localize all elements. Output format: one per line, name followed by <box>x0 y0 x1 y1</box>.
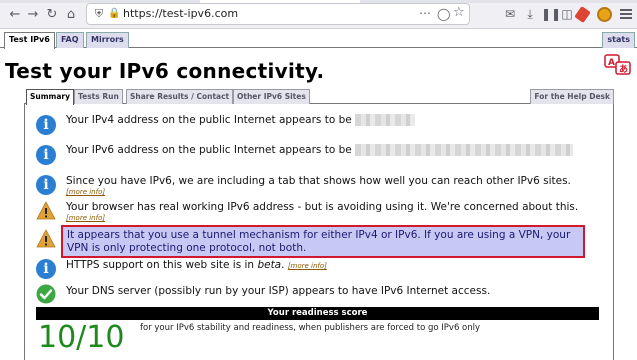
home-icon[interactable]: ⌂ <box>62 6 80 24</box>
ipv4-label: Your IPv4 address on the public Internet… <box>66 114 352 126</box>
https-text-end: . <box>281 259 288 271</box>
check-icon <box>36 284 56 304</box>
readiness-score-value: 10/10 <box>38 320 125 355</box>
result-row: i Since you have IPv6, we are including … <box>36 174 596 198</box>
info-icon: i <box>36 259 56 279</box>
translate-icon[interactable]: A あ <box>604 54 632 76</box>
readiness-score-note: for your IPv6 stability and readiness, w… <box>140 323 481 333</box>
more-info-link[interactable]: [more info] <box>288 262 327 270</box>
site-top-tabs: Test IPv6 FAQ Mirrors stats <box>0 29 637 49</box>
library-icon[interactable]: ❚❚ <box>541 6 561 22</box>
shield-icon[interactable]: ⛨ <box>93 7 105 21</box>
result-text: Since you have IPv6, we are including a … <box>66 175 571 187</box>
tab-test-ipv6[interactable]: Test IPv6 <box>4 32 55 49</box>
hamburger-menu-icon[interactable] <box>620 9 632 19</box>
tab-summary[interactable]: Summary <box>26 89 75 105</box>
tab-share-results[interactable]: Share Results / Contact <box>126 89 234 104</box>
warning-icon <box>36 229 56 248</box>
mail-icon[interactable]: ✉ <box>502 6 518 22</box>
browser-toolbar: ← → ↻ ⌂ ⛨ 🔒 https://test-ipv6.com ⋯ ◯ ☆ … <box>0 0 637 29</box>
tab-other-ipv6-sites[interactable]: Other IPv6 Sites <box>233 89 310 104</box>
result-row: Your DNS server (possibly run by your IS… <box>36 284 596 306</box>
vpn-warning-line1: It appears that you use a tunnel mechani… <box>67 229 571 241</box>
result-tabs: Summary Tests Run Share Results / Contac… <box>24 89 614 105</box>
arrow-right-icon[interactable]: → <box>24 6 42 24</box>
tab-stats[interactable]: stats <box>602 32 635 48</box>
page-title: Test your IPv6 connectivity. <box>5 59 325 83</box>
https-text: HTTPS support on this web site is in <box>66 259 258 271</box>
redacted-ipv6 <box>355 144 574 156</box>
address-bar[interactable]: ⛨ 🔒 https://test-ipv6.com ⋯ ◯ ☆ <box>86 3 470 25</box>
url-text[interactable]: https://test-ipv6.com <box>123 7 238 21</box>
result-row: Your browser has real working IPv6 addre… <box>36 200 596 224</box>
beta-text: beta <box>257 259 282 271</box>
more-info-link[interactable]: [more info] <box>66 214 105 223</box>
reload-icon[interactable]: ↻ <box>43 6 61 24</box>
vpn-warning-highlight: It appears that you use a tunnel mechani… <box>61 225 585 258</box>
download-icon[interactable]: ⤓ <box>522 6 538 22</box>
extension-icon[interactable] <box>597 7 612 22</box>
info-icon: i <box>36 115 56 135</box>
tab-help-desk[interactable]: For the Help Desk <box>530 89 614 104</box>
tab-mirrors[interactable]: Mirrors <box>86 32 129 48</box>
result-text: Your browser has real working IPv6 addre… <box>66 201 579 213</box>
redacted-ipv4 <box>355 114 416 126</box>
result-text: Your DNS server (possibly run by your IS… <box>66 285 491 297</box>
star-icon[interactable]: ☆ <box>453 6 465 20</box>
result-row: i HTTPS support on this web site is in b… <box>36 259 596 279</box>
sidebar-icon[interactable]: ◫ <box>559 6 575 22</box>
info-icon: i <box>36 175 56 195</box>
pocket-icon[interactable]: ◯ <box>437 7 450 21</box>
tab-faq[interactable]: FAQ <box>56 32 84 48</box>
ellipsis-icon[interactable]: ⋯ <box>419 6 431 20</box>
tab-tests-run[interactable]: Tests Run <box>74 89 123 104</box>
info-icon: i <box>36 145 56 165</box>
lock-icon[interactable]: 🔒 <box>108 7 120 21</box>
extension-icon[interactable] <box>574 6 591 23</box>
warning-icon <box>36 201 56 220</box>
more-info-link[interactable]: [more info] <box>66 188 105 197</box>
result-row: i Your IPv6 address on the public Intern… <box>36 144 596 170</box>
svg-text:A: A <box>608 58 615 68</box>
arrow-left-icon[interactable]: ← <box>6 6 24 24</box>
result-row: i Your IPv4 address on the public Intern… <box>36 114 596 140</box>
vpn-warning-line2: VPN is only protecting one protocol, not… <box>67 242 307 254</box>
svg-text:あ: あ <box>619 64 628 75</box>
ipv6-label: Your IPv6 address on the public Internet… <box>66 144 352 156</box>
